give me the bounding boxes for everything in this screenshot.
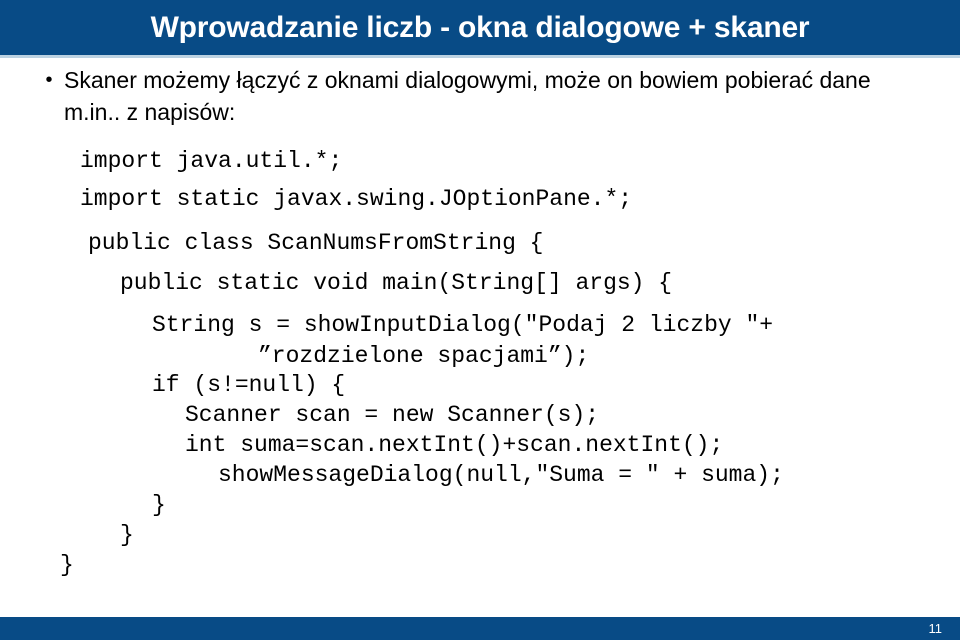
bullet-list: • Skaner możemy łączyć z oknami dialogow… <box>34 64 924 128</box>
page-number: 11 <box>928 621 943 636</box>
code-block: import java.util.*; import static javax.… <box>0 142 960 580</box>
code-line: } <box>120 522 134 548</box>
slide: Wprowadzanie liczb - okna dialogowe + sk… <box>0 0 960 640</box>
code-line: Scanner scan = new Scanner(s); <box>185 402 600 428</box>
code-line: showMessageDialog(null,"Suma = " + suma)… <box>218 462 784 488</box>
code-line: ”rozdzielone spacjami”); <box>258 343 590 369</box>
slide-title-bar: Wprowadzanie liczb - okna dialogowe + sk… <box>0 0 960 55</box>
code-line: String s = showInputDialog("Podaj 2 licz… <box>152 312 774 338</box>
code-line: int suma=scan.nextInt()+scan.nextInt(); <box>185 432 724 458</box>
list-item: • Skaner możemy łączyć z oknami dialogow… <box>34 64 924 128</box>
code-line: public static void main(String[] args) { <box>120 270 673 296</box>
page-title: Wprowadzanie liczb - okna dialogowe + sk… <box>150 10 810 44</box>
code-line: } <box>152 492 166 518</box>
bullet-dot-icon: • <box>45 69 53 91</box>
bullet-item-text: Skaner możemy łączyć z oknami dialogowym… <box>64 67 871 125</box>
code-line: public class ScanNumsFromString { <box>88 230 544 256</box>
code-line: import static javax.swing.JOptionPane.*; <box>80 186 633 212</box>
code-line: if (s!=null) { <box>152 372 346 398</box>
code-line: import java.util.*; <box>80 148 343 174</box>
slide-body: • Skaner możemy łączyć z oknami dialogow… <box>0 58 960 617</box>
code-line: } <box>60 552 74 578</box>
slide-footer-bar: 11 <box>0 617 960 640</box>
